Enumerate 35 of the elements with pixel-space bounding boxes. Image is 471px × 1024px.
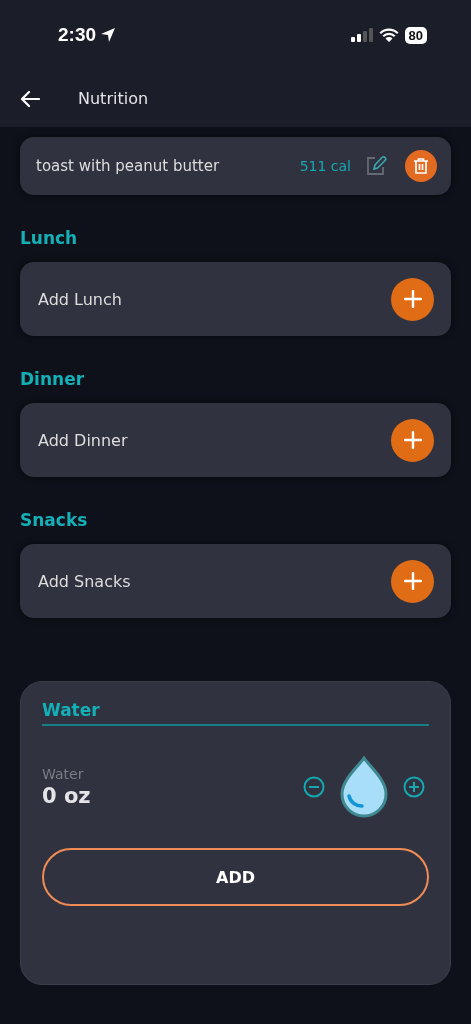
water-amount: 0 oz [42,784,91,808]
plus-icon [403,572,422,590]
battery-level: 80 [404,26,427,44]
plus-icon [403,431,422,449]
water-label: Water [42,766,85,782]
add-meal-label: Add Lunch [38,289,122,309]
edit-icon[interactable] [365,155,387,177]
back-arrow-icon [20,89,40,108]
add-button[interactable] [391,418,434,462]
back-button[interactable] [20,89,40,108]
add-meal-card[interactable]: Add Dinner [20,403,451,477]
add-meal-card[interactable]: Add Lunch [20,262,451,336]
status-time: 2:30 [58,24,97,46]
page-title: Nutrition [78,89,149,108]
minus-icon[interactable] [303,776,325,798]
water-drop-icon [339,756,389,818]
signal-icon [350,28,373,42]
trash-icon [413,157,429,175]
plus-circle-icon[interactable] [403,776,425,798]
calorie-count: 511 cal [299,158,351,174]
water-heading: Water [42,700,429,726]
location-arrow-icon [100,27,117,43]
delete-button[interactable] [405,150,437,182]
add-button[interactable] [391,277,434,321]
add-meal-label: Add Snacks [38,571,131,591]
meal-heading: Lunch [20,228,79,250]
wifi-icon [378,28,399,42]
plus-icon [403,290,422,308]
food-name: toast with peanut butter [36,157,221,175]
meal-heading: Dinner [20,369,86,391]
add-meal-card[interactable]: Add Snacks [20,544,451,618]
add-water-button[interactable]: ADD [42,848,429,906]
add-button[interactable] [391,559,434,603]
add-meal-label: Add Dinner [38,430,128,450]
meal-heading: Snacks [20,510,89,532]
